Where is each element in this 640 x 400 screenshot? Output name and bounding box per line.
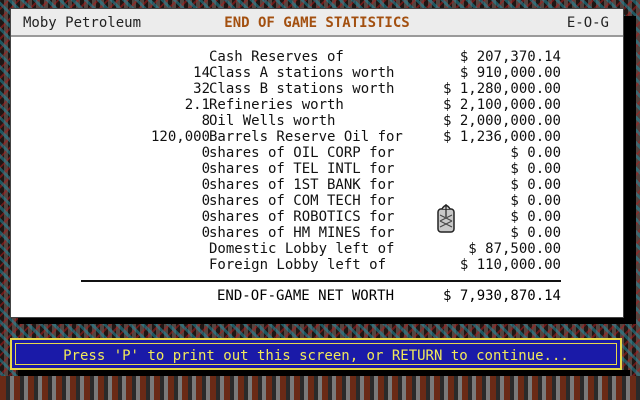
item-quantity: 120,000	[150, 129, 210, 145]
window-shadow	[622, 16, 636, 324]
prompt-text: Press 'P' to print out this screen, or R…	[63, 348, 569, 364]
item-value: $ 110,000.00	[459, 257, 561, 273]
item-value: $ 0.00	[510, 225, 561, 241]
list-item: 0 shares of HM MINES for $ 0.00	[11, 225, 623, 241]
list-item: 0 shares of TEL INTL for $ 0.00	[11, 161, 623, 177]
list-item: 0 shares of OIL CORP for $ 0.00	[11, 145, 623, 161]
item-description: Foreign Lobby left of	[209, 257, 387, 273]
item-value: $ 0.00	[510, 177, 561, 193]
item-description: Class B stations worth	[209, 81, 395, 97]
net-worth-label: END-OF-GAME NET WORTH	[217, 288, 395, 304]
item-value: $ 910,000.00	[459, 65, 561, 81]
item-description: shares of TEL INTL for	[209, 161, 395, 177]
continue-prompt[interactable]: Press 'P' to print out this screen, or R…	[10, 338, 622, 370]
background-strip	[0, 376, 640, 400]
list-item: Foreign Lobby left of $ 110,000.00	[11, 257, 623, 273]
list-item: 120,000 Barrels Reserve Oil for $ 1,236,…	[11, 129, 623, 145]
item-description: shares of 1ST BANK for	[209, 177, 395, 193]
item-description: Oil Wells worth	[209, 113, 336, 129]
item-value: $ 2,100,000.00	[442, 97, 561, 113]
item-quantity: 32	[193, 81, 210, 97]
item-value: $ 0.00	[510, 209, 561, 225]
list-item: Cash Reserves of $ 207,370.14	[11, 49, 623, 65]
net-worth-value: $ 7,930,870.14	[442, 288, 561, 304]
list-item: 8 Oil Wells worth $ 2,000,000.00	[11, 113, 623, 129]
item-value: $ 0.00	[510, 193, 561, 209]
list-item: 0 shares of ROBOTICS for $ 0.00	[11, 209, 623, 225]
item-value: $ 207,370.14	[459, 49, 561, 65]
list-item: 32 Class B stations worth $ 1,280,000.00	[11, 81, 623, 97]
item-description: Cash Reserves of	[209, 49, 344, 65]
list-item: 0 shares of 1ST BANK for $ 0.00	[11, 177, 623, 193]
item-quantity: 2.1	[184, 97, 210, 113]
item-description: shares of COM TECH for	[209, 193, 395, 209]
item-description: shares of HM MINES for	[209, 225, 395, 241]
item-description: Class A stations worth	[209, 65, 395, 81]
item-value: $ 0.00	[510, 161, 561, 177]
statistics-window: Moby Petroleum END OF GAME STATISTICS E-…	[10, 8, 624, 318]
item-value: $ 1,280,000.00	[442, 81, 561, 97]
titlebar: Moby Petroleum END OF GAME STATISTICS E-…	[11, 9, 623, 37]
item-description: Refineries worth	[209, 97, 344, 113]
window-title: END OF GAME STATISTICS	[224, 15, 410, 31]
item-description: Barrels Reserve Oil for	[209, 129, 403, 145]
list-item: 14 Class A stations worth $ 910,000.00	[11, 65, 623, 81]
list-item: Domestic Lobby left of $ 87,500.00	[11, 241, 623, 257]
item-value: $ 87,500.00	[468, 241, 561, 257]
mouse-cursor-icon	[437, 204, 455, 233]
item-description: Domestic Lobby left of	[209, 241, 395, 257]
list-item: 0 shares of COM TECH for $ 0.00	[11, 193, 623, 209]
item-quantity: 14	[193, 65, 210, 81]
screen-code: E-O-G	[566, 15, 609, 31]
list-item: 2.1 Refineries worth $ 2,100,000.00	[11, 97, 623, 113]
divider	[81, 280, 561, 282]
net-worth-row: END-OF-GAME NET WORTH $ 7,930,870.14	[11, 288, 623, 304]
item-description: shares of OIL CORP for	[209, 145, 395, 161]
item-value: $ 1,236,000.00	[442, 129, 561, 145]
item-value: $ 2,000,000.00	[442, 113, 561, 129]
item-description: shares of ROBOTICS for	[209, 209, 395, 225]
statistics-list: Cash Reserves of $ 207,370.14 14 Class A…	[11, 49, 623, 273]
item-value: $ 0.00	[510, 145, 561, 161]
